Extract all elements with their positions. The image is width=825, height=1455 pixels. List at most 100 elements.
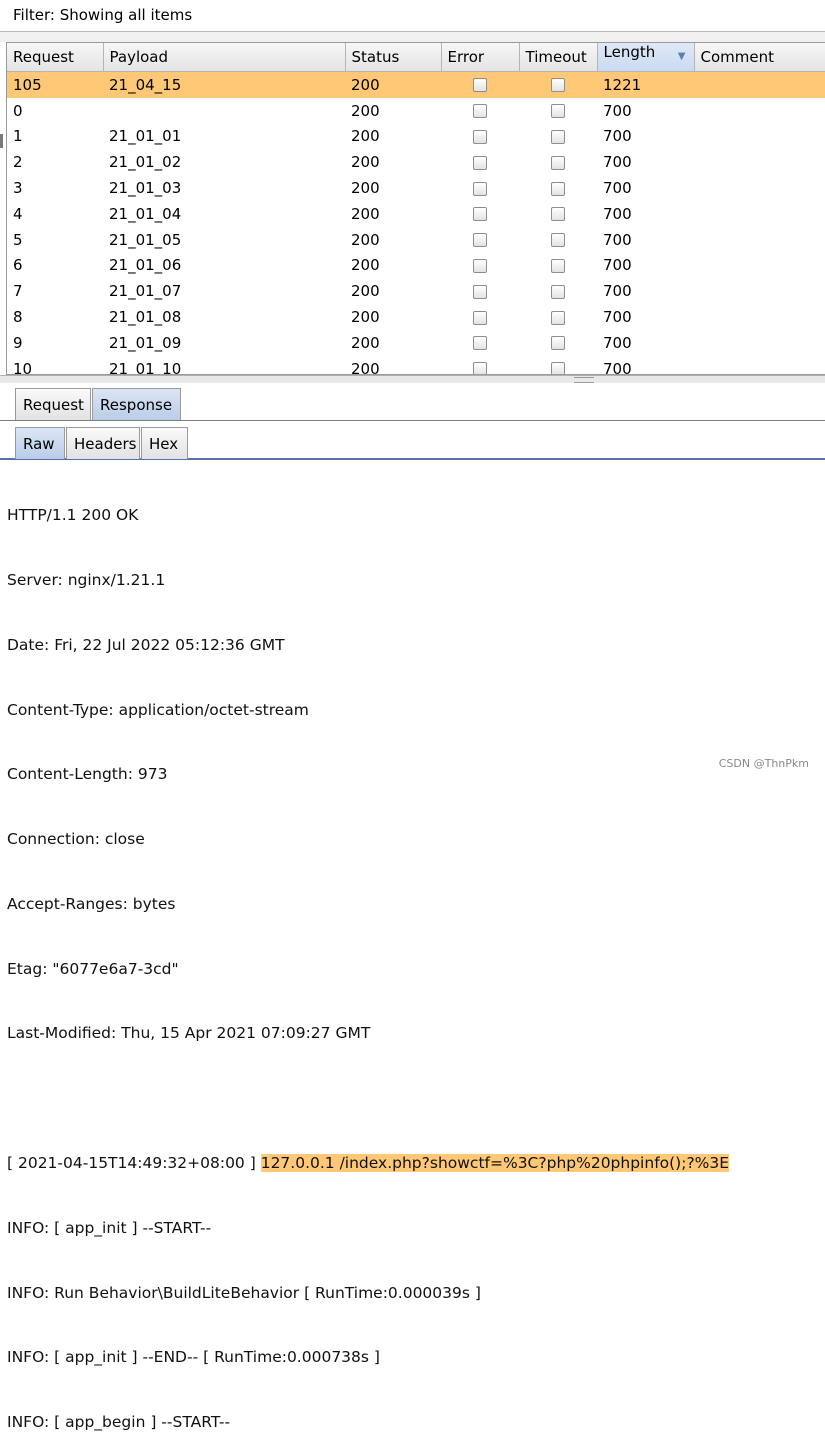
cell-error — [441, 149, 519, 175]
tab-headers[interactable]: Headers — [66, 427, 140, 459]
cell-status: 200 — [351, 282, 380, 301]
pane-splitter[interactable] — [0, 375, 825, 383]
checkbox-icon[interactable] — [473, 284, 487, 299]
cell-length: 700 — [603, 230, 632, 249]
checkbox-icon[interactable] — [551, 78, 565, 93]
checkbox-icon[interactable] — [551, 129, 565, 144]
checkbox-icon[interactable] — [551, 233, 565, 248]
resp-line: Content-Length: 973 — [7, 765, 168, 784]
cell-comment — [694, 356, 825, 374]
cell-length: 700 — [603, 282, 632, 301]
col-length[interactable]: Length ▼ — [597, 43, 695, 72]
cell-timeout — [519, 330, 597, 356]
cell-length: 700 — [603, 153, 632, 172]
cell-status: 200 — [351, 101, 380, 120]
checkbox-icon[interactable] — [551, 362, 565, 374]
response-body[interactable]: HTTP/1.1 200 OK Server: nginx/1.21.1 Dat… — [7, 462, 825, 1455]
checkbox-icon[interactable] — [551, 181, 565, 196]
table-row[interactable]: 6 21_01_06 200 700 — [7, 253, 825, 279]
checkbox-icon[interactable] — [473, 129, 487, 144]
log-line: [ 2021-04-15T14:49:32+08:00 ] 127.0.0.1 … — [7, 1153, 825, 1175]
col-error[interactable]: Error — [441, 43, 520, 72]
checkbox-icon[interactable] — [473, 207, 487, 222]
table-row[interactable]: 4 21_01_04 200 700 — [7, 201, 825, 227]
table-row[interactable]: 5 21_01_05 200 700 — [7, 227, 825, 253]
table-row[interactable]: 0 200 700 — [7, 98, 825, 124]
table-header: Request Payload Status Error Timeout Len… — [7, 43, 825, 72]
checkbox-icon[interactable] — [473, 78, 487, 93]
checkbox-icon[interactable] — [473, 258, 487, 273]
col-request[interactable]: Request — [7, 43, 104, 72]
cell-request: 9 — [13, 333, 23, 352]
checkbox-icon[interactable] — [473, 310, 487, 325]
cell-length: 700 — [603, 179, 632, 198]
cell-payload: 21_01_07 — [109, 282, 182, 301]
col-length-label: Length — [603, 43, 656, 61]
checkbox-icon[interactable] — [551, 310, 565, 325]
table-row[interactable]: 2 21_01_02 200 700 — [7, 149, 825, 175]
cell-payload: 21_01_10 — [109, 359, 182, 375]
cell-comment — [694, 227, 825, 253]
cell-payload: 21_01_05 — [109, 230, 182, 249]
cell-error — [441, 304, 519, 330]
log-highlight: 127.0.0.1 /index.php?showctf=%3C?php%20p… — [260, 1154, 730, 1172]
cell-request: 5 — [13, 230, 23, 249]
cell-timeout — [519, 98, 597, 124]
checkbox-icon[interactable] — [551, 155, 565, 170]
tab-response[interactable]: Response — [92, 388, 181, 420]
col-payload[interactable]: Payload — [103, 43, 346, 72]
cell-request: 3 — [13, 179, 23, 198]
checkbox-icon[interactable] — [473, 104, 487, 119]
filter-bar[interactable]: Filter: Showing all items — [0, 0, 825, 32]
cell-error — [441, 98, 519, 124]
checkbox-icon[interactable] — [551, 284, 565, 299]
splitter-mark — [0, 134, 3, 148]
checkbox-icon[interactable] — [551, 207, 565, 222]
checkbox-icon[interactable] — [473, 181, 487, 196]
checkbox-icon[interactable] — [551, 104, 565, 119]
cell-payload — [103, 98, 345, 124]
cell-status: 200 — [351, 127, 380, 146]
checkbox-icon[interactable] — [551, 336, 565, 351]
tab-request[interactable]: Request — [15, 388, 91, 420]
cell-payload: 21_04_15 — [103, 71, 345, 98]
checkbox-icon[interactable] — [473, 233, 487, 248]
table-row[interactable]: 105 21_04_15 200 1221 — [7, 71, 825, 98]
checkbox-icon[interactable] — [473, 336, 487, 351]
results-table[interactable]: Request Payload Status Error Timeout Len… — [6, 42, 825, 375]
tab-raw[interactable]: Raw — [15, 427, 65, 459]
log-line: INFO: [ app_begin ] --START-- — [7, 1413, 231, 1432]
resp-line: Connection: close — [7, 830, 145, 849]
cell-error — [441, 71, 519, 98]
cell-error — [441, 253, 519, 279]
checkbox-icon[interactable] — [551, 258, 565, 273]
view-tabs: Raw Headers Hex — [0, 421, 825, 460]
cell-length: 1221 — [597, 71, 694, 98]
table-row[interactable]: 7 21_01_07 200 700 — [7, 278, 825, 304]
cell-request: 2 — [13, 153, 23, 172]
table-row[interactable]: 8 21_01_08 200 700 — [7, 304, 825, 330]
col-timeout[interactable]: Timeout — [519, 43, 598, 72]
table-row[interactable]: 10 21_01_10 200 700 — [7, 356, 825, 375]
cell-error — [441, 278, 519, 304]
table-row[interactable]: 1 21_01_01 200 700 — [7, 124, 825, 150]
cell-status: 200 — [345, 71, 441, 98]
col-comment[interactable]: Comment — [694, 43, 825, 72]
cell-timeout — [519, 71, 597, 98]
cell-length: 700 — [603, 127, 632, 146]
cell-payload: 21_01_01 — [109, 127, 182, 146]
tab-hex[interactable]: Hex — [141, 427, 188, 459]
cell-comment — [694, 253, 825, 279]
checkbox-icon[interactable] — [473, 362, 487, 374]
cell-timeout — [519, 304, 597, 330]
resp-line: Server: nginx/1.21.1 — [7, 570, 166, 589]
col-status[interactable]: Status — [345, 43, 442, 72]
cell-comment — [694, 201, 825, 227]
cell-comment — [694, 98, 825, 124]
filter-label: Filter: Showing all items — [13, 6, 193, 24]
resp-line: Accept-Ranges: bytes — [7, 894, 176, 913]
cell-status: 200 — [351, 230, 380, 249]
table-row[interactable]: 9 21_01_09 200 700 — [7, 330, 825, 356]
checkbox-icon[interactable] — [473, 155, 487, 170]
table-row[interactable]: 3 21_01_03 200 700 — [7, 175, 825, 201]
